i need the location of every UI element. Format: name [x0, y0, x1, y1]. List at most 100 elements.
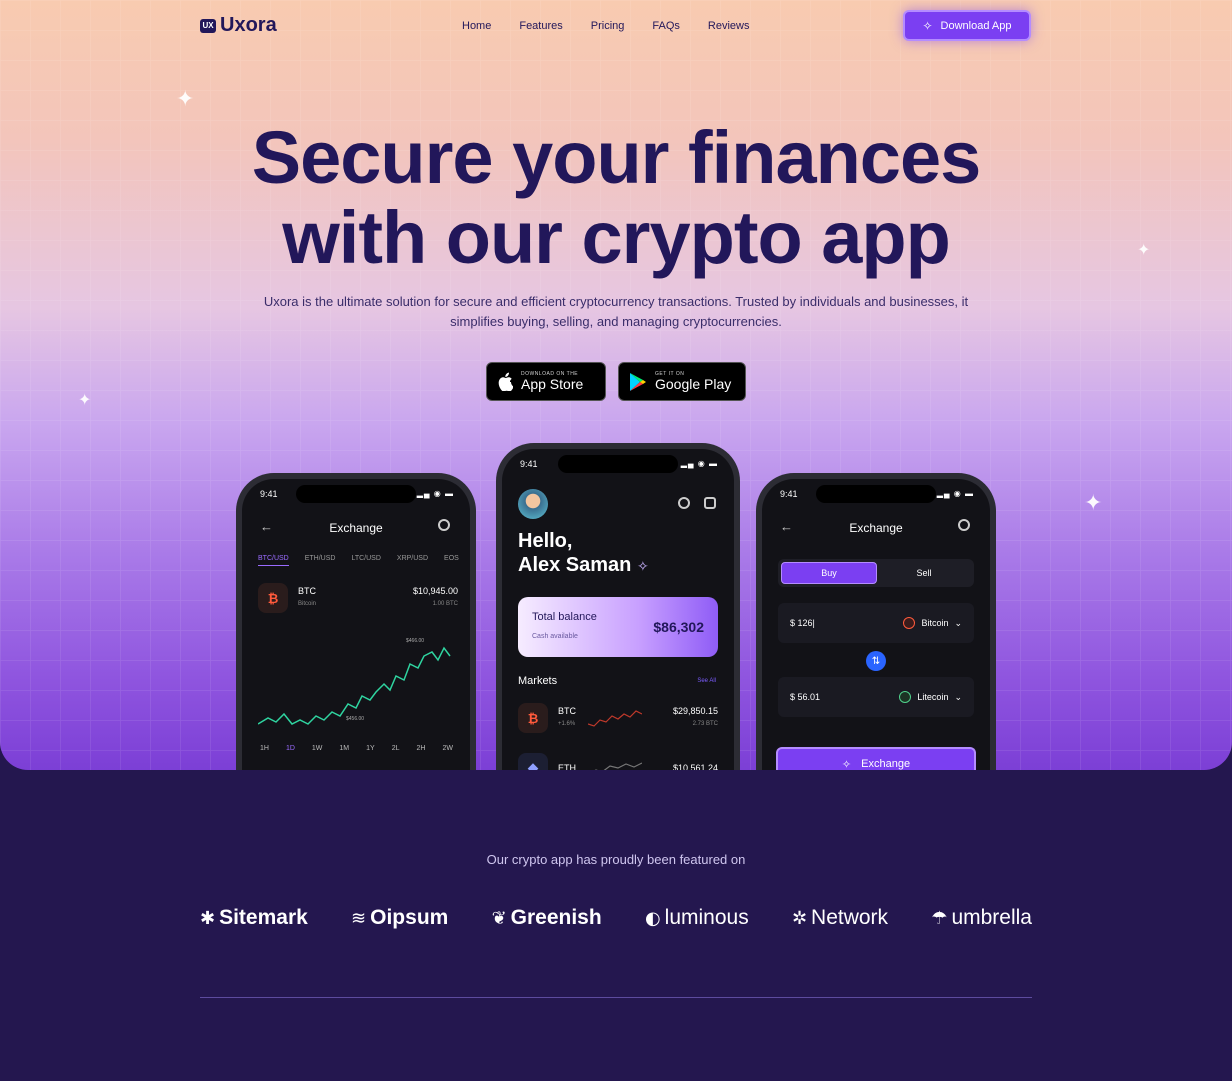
search-icon[interactable]: [958, 519, 970, 531]
hero-subtitle: Uxora is the ultimate solution for secur…: [263, 294, 969, 329]
pair-tab[interactable]: LTC/USD: [351, 555, 380, 566]
swap-icon[interactable]: ⇅: [866, 651, 886, 671]
hero-title: Secure your finances with our crypto app: [0, 118, 1232, 278]
logo-luminous: ◐ luminous: [645, 906, 749, 930]
logo-label: Network: [811, 906, 889, 929]
sparkle-icon: ✧: [922, 18, 933, 33]
oipsum-icon: ≋: [351, 907, 367, 929]
timeframe-tab[interactable]: 2H: [417, 745, 426, 752]
price-chart: $466.00 $456.00: [258, 638, 451, 725]
timeframe-tab[interactable]: 1M: [339, 745, 349, 752]
main-nav: Home Features Pricing FAQs Reviews: [462, 20, 749, 32]
balance-card[interactable]: Total balance Cash available $86,302: [518, 597, 718, 657]
bitcoin-icon: ₿: [258, 583, 288, 613]
sell-tab[interactable]: Sell: [877, 562, 971, 584]
logo-network: ✲ Network: [792, 906, 888, 930]
chevron-down-icon: ⌄: [954, 691, 962, 702]
section-divider: [200, 997, 1032, 998]
chart-peak-label: $466.00: [406, 638, 424, 644]
market-row[interactable]: ₿ BTC +1.6% $29,850.15 2.73 BTC: [518, 703, 718, 733]
nav-home[interactable]: Home: [462, 20, 491, 32]
timeframe-tab[interactable]: 1W: [312, 745, 323, 752]
brand-name: Uxora: [220, 14, 277, 36]
pair-tab[interactable]: BTC/USD: [258, 555, 289, 566]
brand-logo[interactable]: UX Uxora: [200, 14, 277, 37]
from-amount-field[interactable]: $ 126| Bitcoin ⌄: [778, 603, 974, 643]
pair-tab[interactable]: ETH/USD: [305, 555, 336, 566]
google-play-label: Google Play: [655, 376, 732, 392]
phone-exchange-form: 9:41 ▂▄ ◉ ▬ ← Exchange Buy Sell $ 126| B…: [756, 473, 996, 770]
timeframe-tab[interactable]: 2W: [442, 745, 453, 752]
to-coin-select[interactable]: Litecoin ⌄: [899, 691, 962, 703]
avatar[interactable]: [518, 489, 548, 519]
see-all-link[interactable]: See All: [697, 678, 716, 684]
timeframe-tab[interactable]: 1Y: [366, 745, 375, 752]
market-row[interactable]: ◆ ETH $10,561.24: [518, 753, 718, 770]
sparkle-icon: ✦: [1084, 491, 1103, 516]
google-play-icon: [630, 372, 646, 391]
greeting: Hello, Alex Saman ✧: [518, 529, 649, 579]
search-icon[interactable]: [438, 519, 450, 531]
logo-oipsum: ≋ Oipsum: [351, 906, 448, 930]
header-icons: [678, 497, 716, 509]
sparkline: [594, 762, 642, 770]
market-change: +1.6%: [558, 721, 576, 727]
status-time: 9:41: [260, 489, 278, 499]
buy-sell-toggle: Buy Sell: [778, 559, 974, 587]
download-app-button[interactable]: ✧ Download App: [903, 10, 1031, 41]
logo-greenish: ❦ Greenish: [492, 906, 602, 930]
markets-heading: Markets: [518, 675, 558, 687]
logo-label: Oipsum: [370, 906, 449, 929]
search-icon[interactable]: [678, 497, 690, 509]
google-play-button[interactable]: GET IT ON Google Play: [618, 362, 746, 401]
scan-icon[interactable]: [704, 497, 716, 509]
to-amount-field[interactable]: $ 56.01 Litecoin ⌄: [778, 677, 974, 717]
phone-notch: [296, 485, 416, 503]
nav-reviews[interactable]: Reviews: [708, 20, 750, 32]
sparkle-icon: ✧: [636, 559, 649, 575]
exchange-button-label: Exchange: [861, 758, 911, 770]
logo-label: luminous: [664, 906, 749, 929]
nav-faqs[interactable]: FAQs: [652, 20, 680, 32]
buy-tab[interactable]: Buy: [781, 562, 877, 584]
hero-title-line1: Secure your finances: [251, 116, 982, 199]
sparkle-icon: ✧: [841, 757, 852, 771]
timeframe-tab[interactable]: 1H: [260, 745, 269, 752]
logo-label: umbrella: [951, 906, 1032, 929]
timeframe-tabs: 1H 1D 1W 1M 1Y 2L 2H 2W: [260, 745, 453, 752]
chevron-down-icon: ⌄: [954, 617, 962, 628]
from-amount-value: $ 126|: [790, 618, 815, 628]
balance-label: Total balance: [532, 611, 597, 623]
timeframe-tab[interactable]: 2L: [392, 745, 400, 752]
from-coin-select[interactable]: Bitcoin ⌄: [903, 617, 962, 629]
pair-tab[interactable]: XRP/USD: [397, 555, 428, 566]
featured-caption: Our crypto app has proudly been featured…: [486, 852, 746, 867]
market-price: $10,561.24: [672, 762, 718, 771]
status-icons: ▂▄ ◉ ▬: [680, 459, 718, 468]
screen-title: Exchange: [849, 521, 903, 535]
logo-umbrella: ☂ umbrella: [931, 906, 1032, 930]
bitcoin-icon: [903, 617, 916, 629]
market-amount: 2.73 BTC: [692, 721, 718, 727]
coin-row[interactable]: ₿ BTC Bitcoin $10,945.00 1.00 BTC: [258, 583, 458, 613]
hero-section: ✦ ✦ ✦ ✦ UX Uxora Home Features Pricing F…: [0, 0, 1232, 770]
to-amount-value: $ 56.01: [790, 692, 821, 702]
market-symbol: ETH: [558, 762, 576, 771]
google-play-small-label: GET IT ON: [655, 371, 685, 377]
timeframe-tab[interactable]: 1D: [286, 745, 295, 752]
coin-symbol: BTC: [298, 586, 316, 596]
logo-label: Sitemark: [219, 906, 308, 929]
market-price: $29,850.15: [672, 706, 718, 716]
sparkline: [588, 710, 642, 727]
app-store-button[interactable]: DOWNLOAD ON THE App Store: [486, 362, 606, 401]
screen-title: Exchange: [329, 521, 383, 535]
exchange-button[interactable]: ✧ Exchange: [776, 747, 976, 770]
nav-features[interactable]: Features: [519, 20, 562, 32]
bitcoin-icon: ₿: [518, 703, 548, 733]
greeting-hello: Hello,: [518, 530, 573, 552]
pair-tab[interactable]: EOS: [444, 555, 459, 566]
nav-pricing[interactable]: Pricing: [591, 20, 625, 32]
phone-notch: [816, 485, 936, 503]
coin-price: $10,945.00: [412, 586, 458, 596]
coin-amount: 1.00 BTC: [432, 601, 458, 607]
